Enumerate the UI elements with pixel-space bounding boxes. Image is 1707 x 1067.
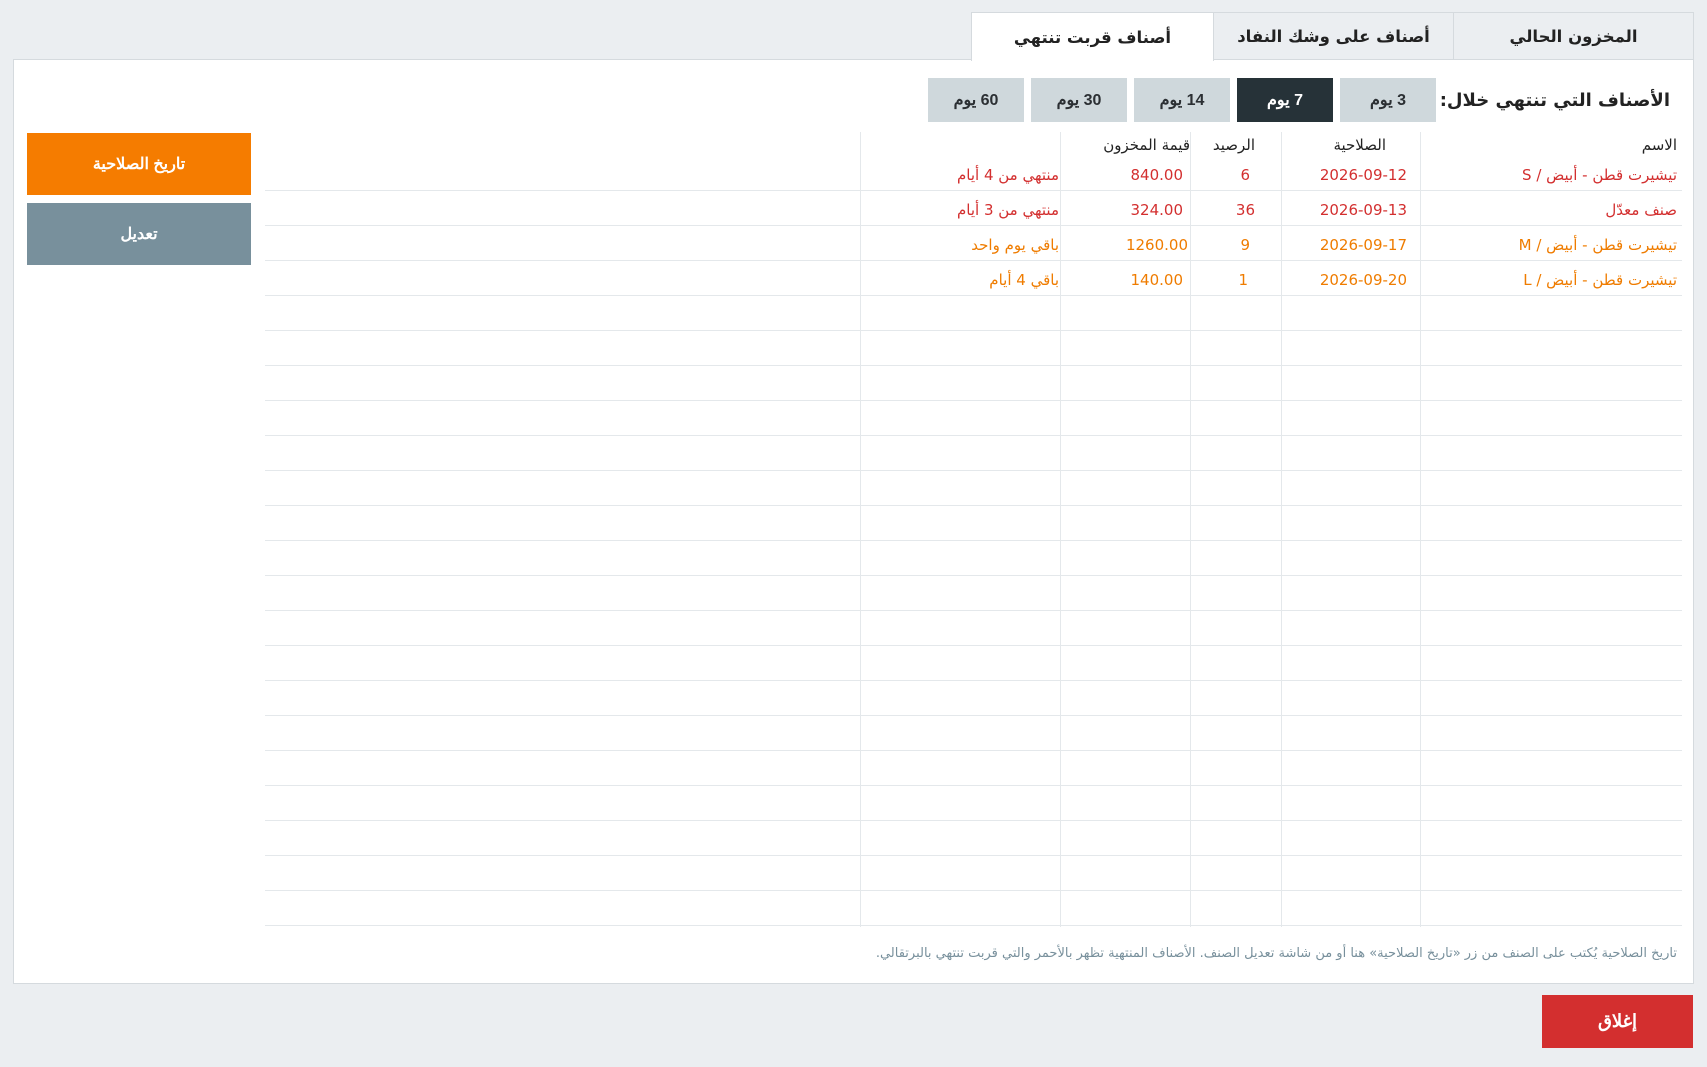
row-divider <box>265 365 1682 366</box>
row-divider <box>265 295 1682 296</box>
item-name-cell: تيشيرت قطن - أبيض / M <box>1518 236 1677 254</box>
row-divider <box>265 190 1682 191</box>
row-divider <box>265 890 1682 891</box>
column-header-name[interactable]: الاسم <box>1642 136 1677 154</box>
column-header-balance[interactable]: الرصيد <box>1213 136 1255 154</box>
filter-3-days-button[interactable]: 3 يوم <box>1340 78 1436 122</box>
row-divider <box>265 435 1682 436</box>
row-divider <box>265 750 1682 751</box>
row-divider <box>265 575 1682 576</box>
status-cell: باقي 4 أيام <box>989 271 1059 289</box>
balance-cell: 36 <box>1235 201 1255 219</box>
filter-14-days-button[interactable]: 14 يوم <box>1134 78 1230 122</box>
row-divider <box>265 505 1682 506</box>
row-divider <box>265 820 1682 821</box>
row-divider <box>265 645 1682 646</box>
row-divider <box>265 470 1682 471</box>
set-expiry-date-button[interactable]: تاريخ الصلاحية <box>27 133 251 195</box>
item-name-cell: تيشيرت قطن - أبيض / S <box>1522 166 1677 184</box>
balance-cell: 6 <box>1240 166 1250 184</box>
balance-cell: 9 <box>1240 236 1250 254</box>
row-divider <box>265 785 1682 786</box>
table-row[interactable]: صنف معدّل 2026-09-13 36 324.00 منتهي من … <box>265 193 1682 228</box>
row-divider <box>265 330 1682 331</box>
expiry-date-cell: 2026-09-20 <box>1319 271 1407 289</box>
row-divider <box>265 855 1682 856</box>
tab-bar: المخزون الحالي أصناف على وشك النفاد أصنا… <box>971 12 1694 61</box>
table-row[interactable]: تيشيرت قطن - أبيض / L 2026-09-20 1 140.0… <box>265 263 1682 298</box>
edit-item-button[interactable]: تعديل <box>27 203 251 265</box>
row-divider <box>265 260 1682 261</box>
stock-value-cell: 140.00 <box>1130 271 1184 289</box>
stock-value-cell: 324.00 <box>1130 201 1184 219</box>
status-cell: منتهي من 3 أيام <box>956 201 1059 219</box>
row-divider <box>265 680 1682 681</box>
row-divider <box>265 225 1682 226</box>
tab-expiring-items[interactable]: أصناف قربت تنتهي <box>971 12 1214 61</box>
table-row[interactable]: تيشيرت قطن - أبيض / S 2026-09-12 6 840.0… <box>265 158 1682 193</box>
expiry-date-cell: 2026-09-12 <box>1319 166 1407 184</box>
status-cell: باقي يوم واحد <box>971 236 1059 254</box>
tab-current-stock[interactable]: المخزون الحالي <box>1453 12 1694 60</box>
expiring-items-table: الاسم الصلاحية الرصيد قيمة المخزون تيشير… <box>265 132 1682 927</box>
status-cell: منتهي من 4 أيام <box>956 166 1059 184</box>
filter-7-days-button[interactable]: 7 يوم <box>1237 78 1333 122</box>
item-name-cell: تيشيرت قطن - أبيض / L <box>1523 271 1677 289</box>
table-row[interactable]: تيشيرت قطن - أبيض / M 2026-09-17 9 1260.… <box>265 228 1682 263</box>
filter-30-days-button[interactable]: 30 يوم <box>1031 78 1127 122</box>
stock-value-cell: 1260.00 <box>1125 236 1188 254</box>
stock-value-cell: 840.00 <box>1130 166 1184 184</box>
row-divider <box>265 400 1682 401</box>
filter-60-days-button[interactable]: 60 يوم <box>928 78 1024 122</box>
expiry-date-cell: 2026-09-17 <box>1319 236 1407 254</box>
tab-low-stock[interactable]: أصناف على وشك النفاد <box>1213 12 1454 60</box>
close-button[interactable]: إغلاق <box>1542 995 1693 1048</box>
expiry-filter-label: الأصناف التي تنتهي خلال: <box>1439 90 1670 111</box>
column-header-stock-value[interactable]: قيمة المخزون <box>1103 136 1190 154</box>
row-divider <box>265 715 1682 716</box>
item-name-cell: صنف معدّل <box>1605 201 1677 219</box>
row-divider <box>265 540 1682 541</box>
expiry-date-cell: 2026-09-13 <box>1319 201 1407 219</box>
row-divider <box>265 925 1682 926</box>
expiry-help-note: تاريخ الصلاحية يُكتب على الصنف من زر «تا… <box>875 946 1677 961</box>
row-divider <box>265 610 1682 611</box>
expiry-filter-group: 3 يوم 7 يوم 14 يوم 30 يوم 60 يوم <box>928 78 1436 122</box>
column-header-expiry[interactable]: الصلاحية <box>1333 136 1386 154</box>
balance-cell: 1 <box>1238 271 1248 289</box>
